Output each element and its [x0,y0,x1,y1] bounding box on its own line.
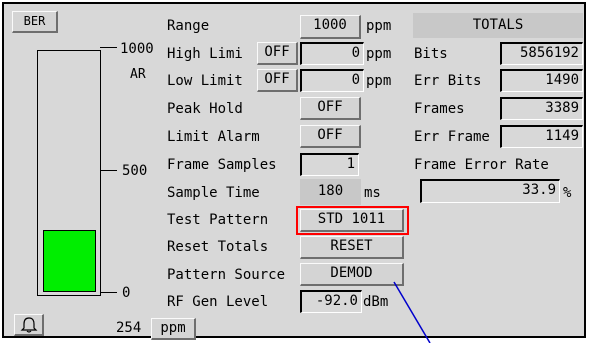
annotation-line [393,281,431,343]
